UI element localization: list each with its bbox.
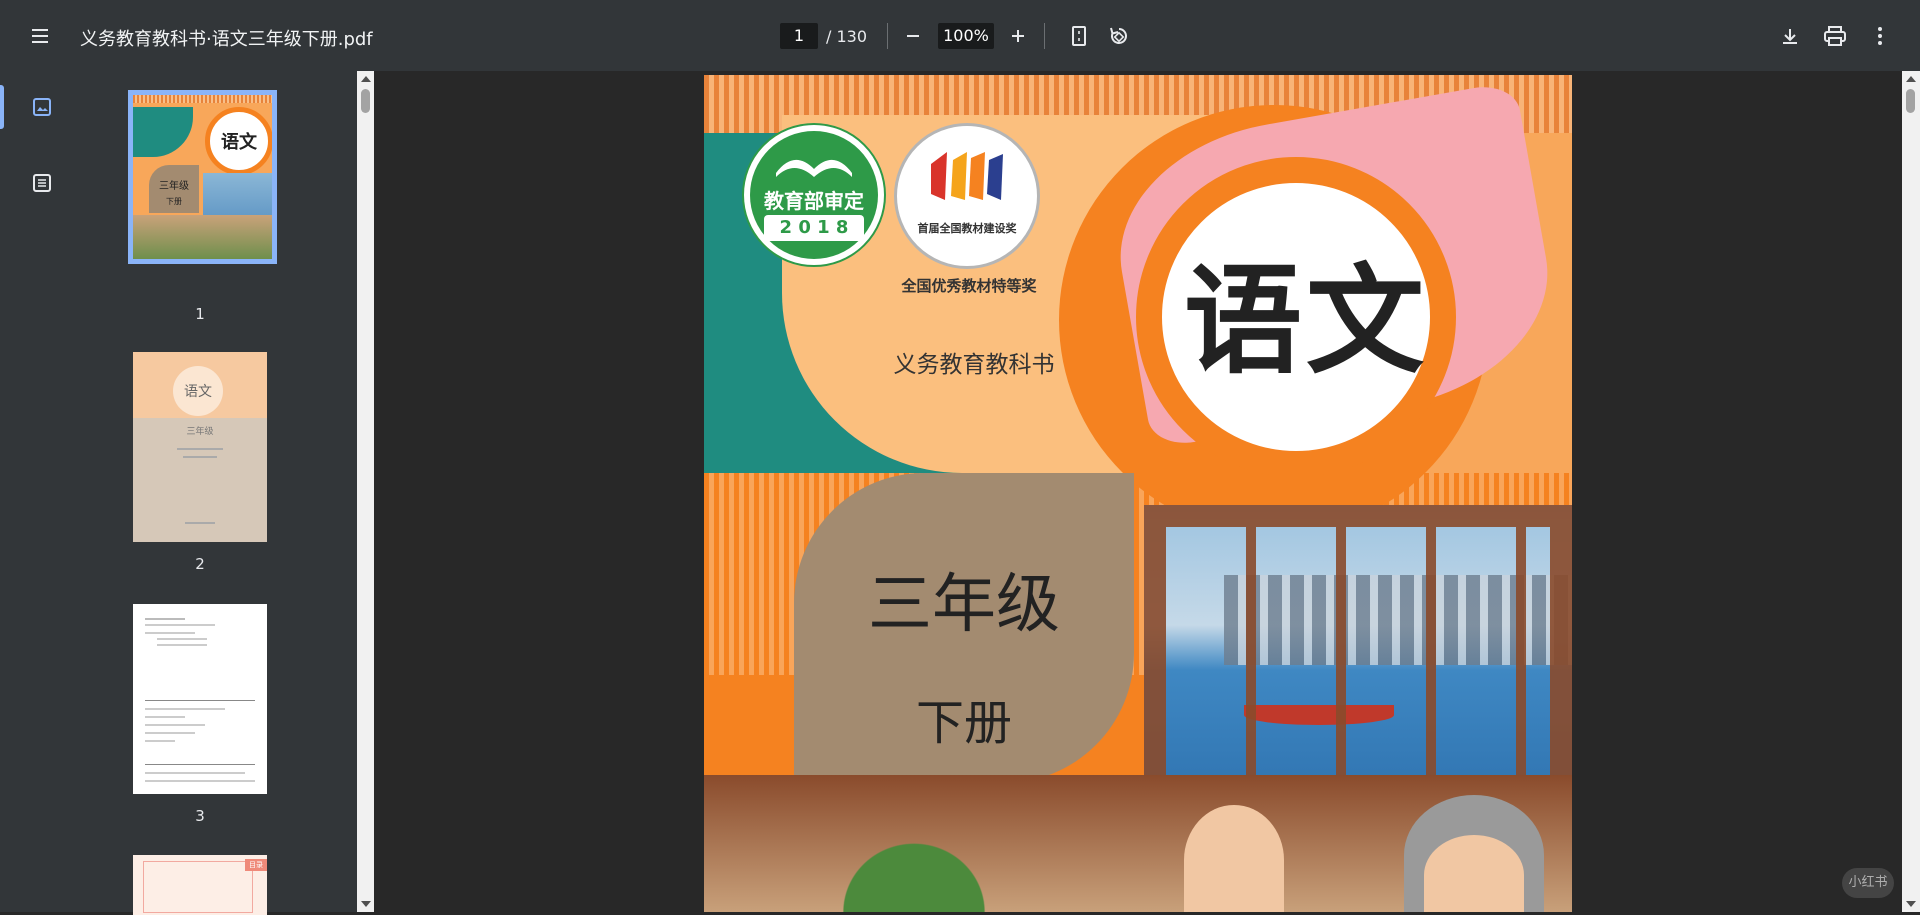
thumb-corner-label: 目录 (245, 859, 267, 871)
thumb-text-line (145, 708, 225, 710)
page-number-input[interactable]: 1 (780, 23, 818, 49)
more-icon[interactable] (1860, 16, 1900, 56)
cover-volume: 下册 (915, 695, 1012, 751)
scroll-down-arrow[interactable] (1906, 901, 1916, 907)
active-view-indicator (0, 85, 4, 129)
thumb-text-line (145, 632, 195, 634)
fit-page-icon[interactable] (1059, 16, 1099, 56)
scroll-up-arrow[interactable] (1906, 76, 1916, 82)
thumb-teal-shape (133, 107, 193, 157)
thumbnail-label: 1 (195, 305, 205, 323)
sidebar-rail (0, 71, 80, 912)
scroll-up-arrow[interactable] (361, 76, 371, 82)
print-icon[interactable] (1815, 16, 1855, 56)
page-total: / 130 (826, 27, 868, 46)
page-thumbnail[interactable] (133, 604, 267, 794)
illustration-window-frame (1144, 505, 1572, 805)
watermark-badge: 小红书 (1842, 868, 1894, 898)
thumb-text-line (145, 780, 255, 782)
award-logo-icon (931, 152, 1003, 200)
thumb-text-line (145, 716, 185, 718)
approval-badge: 教育部审定 2 0 1 8 (742, 123, 886, 267)
cover-grade: 三年级 (868, 568, 1060, 642)
viewer-scrollbar[interactable] (1902, 71, 1920, 912)
book-icon (776, 159, 852, 177)
toolbar-divider (1044, 23, 1045, 49)
series-title: 义务教育教科书 (893, 352, 1055, 378)
menu-icon[interactable] (20, 16, 60, 56)
pdf-toolbar: 义务教育教科书·语文三年级下册.pdf 1 / 130 100% (0, 0, 1920, 71)
illustration-plant (824, 825, 1004, 912)
thumb-text-line (145, 624, 215, 626)
zoom-out-icon[interactable] (893, 16, 933, 56)
zoom-in-icon[interactable] (998, 16, 1038, 56)
thumb-title: 语文 (205, 107, 272, 175)
award-badge: 首届全国教材建设奖 (894, 123, 1040, 269)
thumb-text-line (145, 740, 175, 742)
thumbnails-view-icon[interactable] (22, 87, 62, 127)
scroll-thumb[interactable] (361, 89, 370, 113)
outline-view-icon[interactable] (22, 163, 62, 203)
thumb-stripe (133, 95, 272, 103)
illustration-grandma-face (1424, 835, 1524, 912)
thumb-text-line (145, 618, 185, 620)
scroll-down-arrow[interactable] (361, 901, 371, 907)
sidebar-scrollbar[interactable] (357, 71, 374, 912)
thumb-text-line (145, 732, 195, 734)
thumb-rule (145, 700, 255, 701)
thumbnail-panel: 语文 三年级 下册 1 语文 三年级 2 3 目录 (80, 71, 357, 915)
cover-title: 语文 (1183, 251, 1428, 390)
thumb-illustration (133, 215, 272, 259)
page-thumbnail[interactable]: 语文 三年级 下册 (128, 90, 277, 264)
scroll-thumb[interactable] (1906, 89, 1915, 113)
thumb-text-line (157, 638, 207, 640)
thumb-text-line (145, 772, 245, 774)
thumb-text-line (145, 724, 205, 726)
badge-approved-text: 教育部审定 (764, 189, 864, 213)
thumb-volume: 下册 (166, 197, 182, 206)
document-viewer: 教育部审定 2 0 1 8 首届全国教材建设奖 全国优秀教材特等奖 义务教育教科… (374, 71, 1902, 912)
thumb-frame (143, 861, 253, 913)
award-caption: 全国优秀教材特等奖 (901, 277, 1037, 295)
document-title: 义务教育教科书·语文三年级下册.pdf (80, 29, 373, 50)
thumb-text-line (185, 522, 215, 524)
pdf-page: 教育部审定 2 0 1 8 首届全国教材建设奖 全国优秀教材特等奖 义务教育教科… (704, 75, 1572, 912)
thumb-title: 语文 (173, 366, 223, 416)
toolbar-divider (887, 23, 888, 49)
page-thumbnail[interactable]: 目录 (133, 855, 267, 915)
thumbnail-label: 2 (195, 555, 205, 573)
thumb-text-line (157, 644, 207, 646)
thumb-rule (145, 764, 255, 765)
thumb-grade-box: 三年级 下册 (149, 165, 199, 213)
thumbnail-label: 3 (195, 807, 205, 825)
thumb-grade: 三年级 (159, 181, 189, 192)
page-thumbnail[interactable]: 语文 三年级 (133, 352, 267, 542)
illustration-child (1184, 805, 1284, 912)
award-badge-text: 首届全国教材建设奖 (917, 222, 1017, 235)
download-icon[interactable] (1770, 16, 1810, 56)
badge-year: 2 0 1 8 (764, 215, 864, 241)
thumb-text-line (177, 448, 223, 450)
thumb-text-line (183, 456, 217, 458)
thumb-grade: 三年级 (186, 427, 214, 437)
rotate-icon[interactable] (1099, 16, 1139, 56)
zoom-level-input[interactable]: 100% (938, 23, 994, 49)
